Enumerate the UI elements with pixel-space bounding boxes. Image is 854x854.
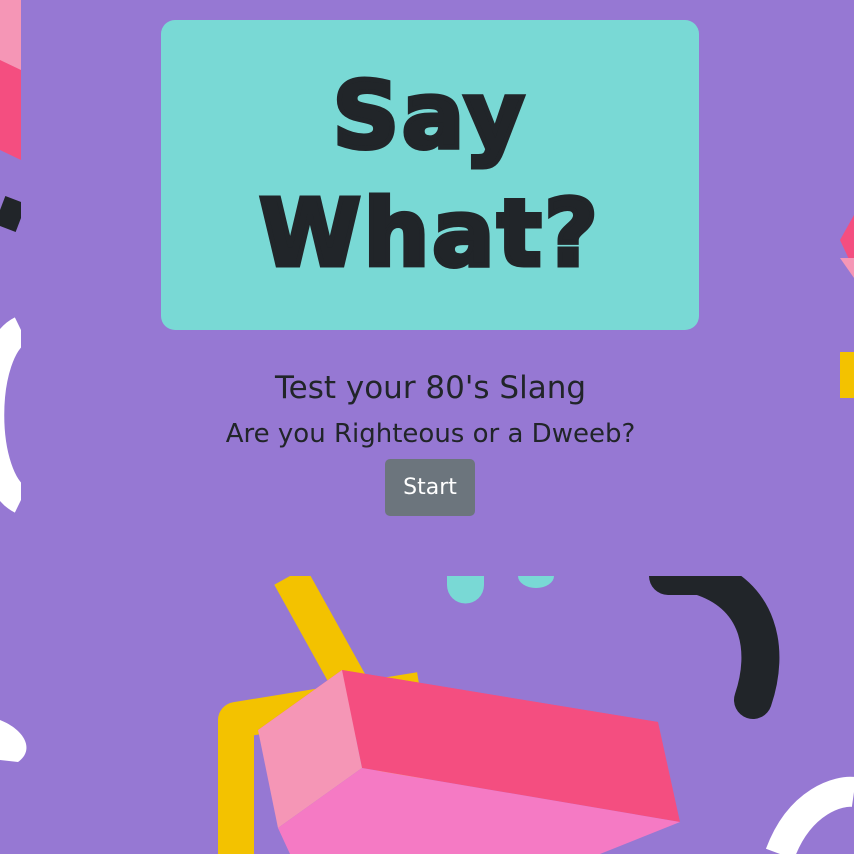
title-line-1: Say [330, 60, 528, 172]
light-pink-block-shape-left [0, 0, 21, 70]
yellow-strip-shape-right [840, 352, 854, 398]
black-hook-shape [649, 557, 780, 719]
light-pink-diamond-shape-right [840, 258, 854, 278]
title-line-2: What? [257, 178, 601, 290]
white-ring-shape-bottom-right [765, 776, 854, 854]
white-ring-shape-left [0, 317, 29, 513]
white-blob-shape-bottom-left [0, 720, 27, 762]
black-stroke-shape-left [0, 195, 27, 233]
cyan-drop-shape-1 [447, 576, 484, 604]
start-button[interactable]: Start [385, 459, 475, 516]
page-tagline: Are you Righteous or a Dweeb? [225, 419, 636, 449]
page: Say What? Test your 80's Slang Are you R… [0, 0, 854, 854]
page-subtitle: Test your 80's Slang [274, 370, 587, 406]
cyan-drop-shape-2 [518, 576, 554, 588]
title-card: Say What? [161, 20, 699, 330]
